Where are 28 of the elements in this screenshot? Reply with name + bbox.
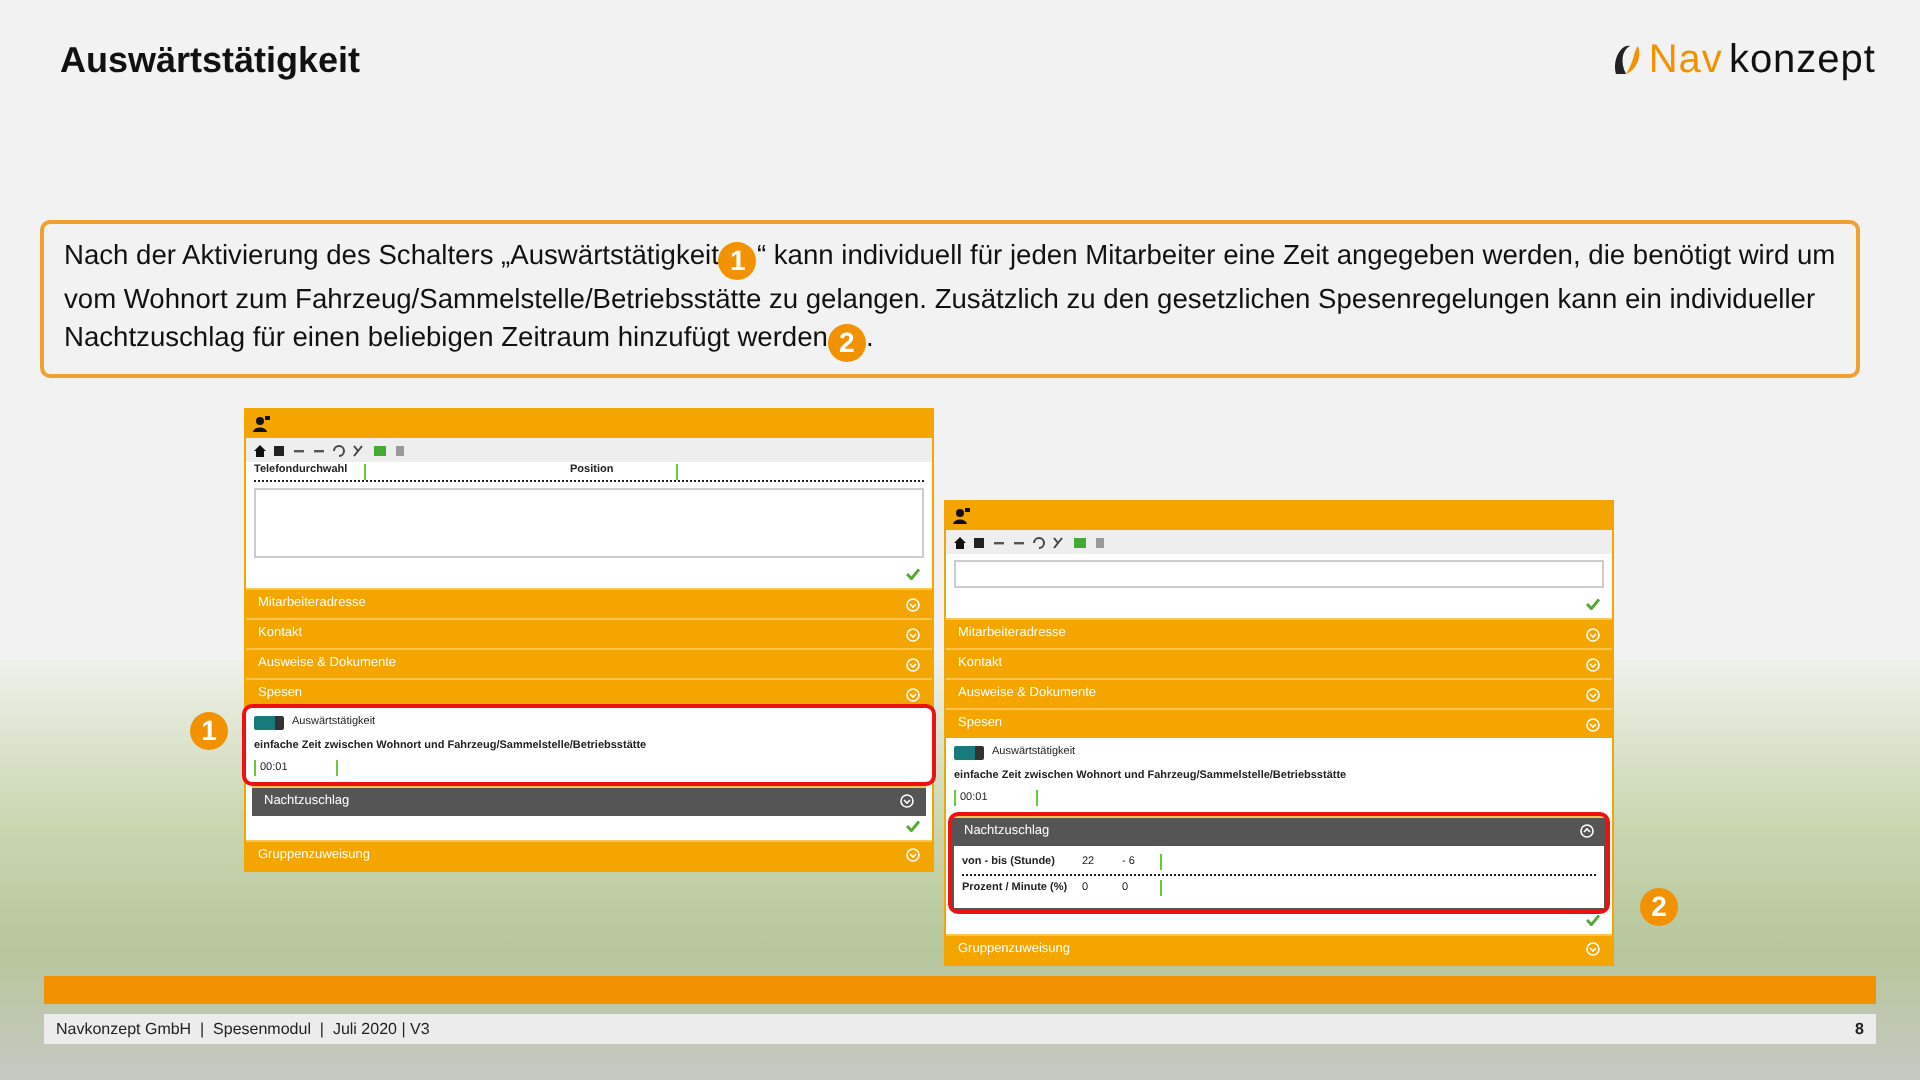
check-icon [1586,598,1600,610]
user-icon [252,416,270,432]
page-number: 8 [1855,1017,1864,1041]
description-text: Nach der Aktivierung des Schalters „Auswärtstätigkeit 1 “ kann individuell für jeden Mitarbeiter eine Zeit angegeben werden, die benötigt wird um vom Wohnort zum Fahrzeug/Sammelstelle/Betriebsstätte zu gelangen. Zusätzlich zu den gesetzlichen Spesenregelungen kann ein individueller Nachtzuschlag für einen beliebigen Zeitraum hinzufügt werden 2 . [64,238,1836,362]
number-badge: 1 [718,242,757,280]
number-badge: 2 [827,324,866,362]
check-icon [906,819,920,832]
chevron-icon [906,848,920,863]
user-icon [952,508,970,524]
chevron-icon [906,657,920,671]
chevron-icon [1586,627,1600,641]
check-icon [1586,913,1600,926]
chevron-icon [1586,687,1600,701]
footer-text: Navkonzept GmbH | Spesenmodul | Juli 2020 | V3 [56,1017,430,1041]
slide-title: Auswärtstätigkeit [60,37,361,84]
chevron-icon [906,687,920,701]
check-icon [906,568,920,580]
swoosh-icon [1610,42,1643,78]
company-logo: Nav konzept [1610,30,1876,90]
text-area[interactable] [254,488,924,558]
chevron-icon [1586,942,1600,957]
chevron-icon [1586,717,1600,731]
text-area[interactable] [954,560,1604,588]
chevron-icon [1586,657,1600,671]
chevron-icon [906,627,920,641]
toggle-switch[interactable] [254,715,284,730]
toggle-switch[interactable] [954,745,984,760]
chevron-icon [906,597,920,611]
